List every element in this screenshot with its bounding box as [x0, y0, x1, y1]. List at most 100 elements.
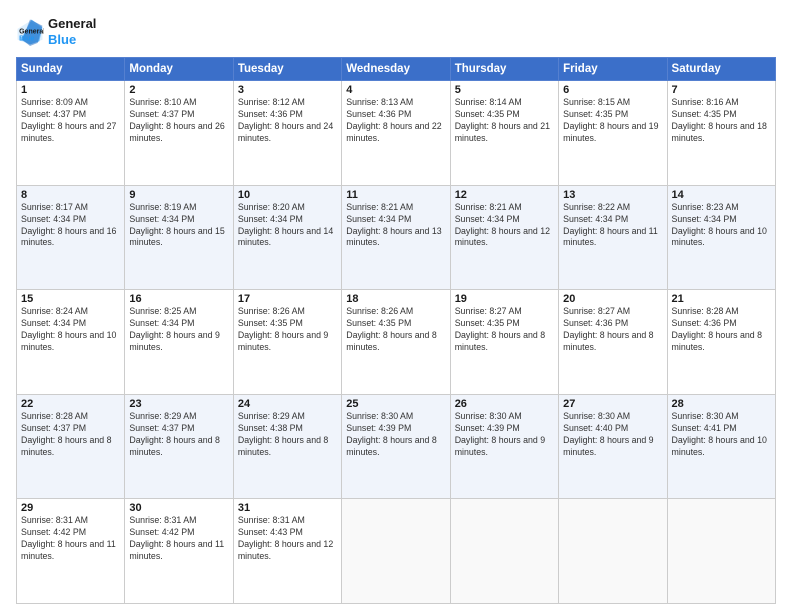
day-number: 2 — [129, 84, 228, 96]
col-header-sunday: Sunday — [17, 58, 125, 81]
col-header-saturday: Saturday — [667, 58, 775, 81]
calendar-cell: 28Sunrise: 8:30 AMSunset: 4:41 PMDayligh… — [667, 394, 775, 499]
day-number: 20 — [563, 293, 662, 305]
calendar-cell: 13Sunrise: 8:22 AMSunset: 4:34 PMDayligh… — [559, 185, 667, 290]
day-number: 6 — [563, 84, 662, 96]
calendar-cell — [450, 499, 558, 604]
cell-content: Sunrise: 8:20 AMSunset: 4:34 PMDaylight:… — [238, 202, 337, 250]
day-number: 23 — [129, 398, 228, 410]
cell-content: Sunrise: 8:26 AMSunset: 4:35 PMDaylight:… — [238, 306, 337, 354]
cell-content: Sunrise: 8:30 AMSunset: 4:41 PMDaylight:… — [672, 411, 771, 459]
day-number: 3 — [238, 84, 337, 96]
calendar-cell: 1Sunrise: 8:09 AMSunset: 4:37 PMDaylight… — [17, 81, 125, 186]
day-number: 21 — [672, 293, 771, 305]
day-number: 18 — [346, 293, 445, 305]
day-number: 1 — [21, 84, 120, 96]
cell-content: Sunrise: 8:28 AMSunset: 4:36 PMDaylight:… — [672, 306, 771, 354]
calendar-cell: 27Sunrise: 8:30 AMSunset: 4:40 PMDayligh… — [559, 394, 667, 499]
calendar-cell — [342, 499, 450, 604]
calendar-cell: 20Sunrise: 8:27 AMSunset: 4:36 PMDayligh… — [559, 290, 667, 395]
day-number: 31 — [238, 502, 337, 514]
col-header-tuesday: Tuesday — [233, 58, 341, 81]
day-number: 25 — [346, 398, 445, 410]
cell-content: Sunrise: 8:30 AMSunset: 4:39 PMDaylight:… — [346, 411, 445, 459]
cell-content: Sunrise: 8:23 AMSunset: 4:34 PMDaylight:… — [672, 202, 771, 250]
cell-content: Sunrise: 8:26 AMSunset: 4:35 PMDaylight:… — [346, 306, 445, 354]
cell-content: Sunrise: 8:15 AMSunset: 4:35 PMDaylight:… — [563, 97, 662, 145]
calendar-cell: 5Sunrise: 8:14 AMSunset: 4:35 PMDaylight… — [450, 81, 558, 186]
day-number: 4 — [346, 84, 445, 96]
cell-content: Sunrise: 8:14 AMSunset: 4:35 PMDaylight:… — [455, 97, 554, 145]
day-number: 11 — [346, 189, 445, 201]
day-number: 28 — [672, 398, 771, 410]
calendar-cell: 24Sunrise: 8:29 AMSunset: 4:38 PMDayligh… — [233, 394, 341, 499]
calendar-cell: 23Sunrise: 8:29 AMSunset: 4:37 PMDayligh… — [125, 394, 233, 499]
day-number: 8 — [21, 189, 120, 201]
day-number: 26 — [455, 398, 554, 410]
calendar-cell: 26Sunrise: 8:30 AMSunset: 4:39 PMDayligh… — [450, 394, 558, 499]
day-number: 19 — [455, 293, 554, 305]
cell-content: Sunrise: 8:31 AMSunset: 4:43 PMDaylight:… — [238, 515, 337, 563]
cell-content: Sunrise: 8:31 AMSunset: 4:42 PMDaylight:… — [21, 515, 120, 563]
day-number: 16 — [129, 293, 228, 305]
calendar-cell: 9Sunrise: 8:19 AMSunset: 4:34 PMDaylight… — [125, 185, 233, 290]
logo-icon: General Blue — [16, 18, 44, 46]
day-number: 22 — [21, 398, 120, 410]
cell-content: Sunrise: 8:30 AMSunset: 4:39 PMDaylight:… — [455, 411, 554, 459]
day-number: 5 — [455, 84, 554, 96]
calendar-cell: 8Sunrise: 8:17 AMSunset: 4:34 PMDaylight… — [17, 185, 125, 290]
calendar-cell: 11Sunrise: 8:21 AMSunset: 4:34 PMDayligh… — [342, 185, 450, 290]
calendar-week-2: 8Sunrise: 8:17 AMSunset: 4:34 PMDaylight… — [17, 185, 776, 290]
day-number: 9 — [129, 189, 228, 201]
calendar-table: SundayMondayTuesdayWednesdayThursdayFrid… — [16, 57, 776, 604]
calendar-week-5: 29Sunrise: 8:31 AMSunset: 4:42 PMDayligh… — [17, 499, 776, 604]
calendar-cell: 14Sunrise: 8:23 AMSunset: 4:34 PMDayligh… — [667, 185, 775, 290]
calendar-cell: 6Sunrise: 8:15 AMSunset: 4:35 PMDaylight… — [559, 81, 667, 186]
calendar-cell: 22Sunrise: 8:28 AMSunset: 4:37 PMDayligh… — [17, 394, 125, 499]
page: General Blue General Blue SundayMondayTu… — [0, 0, 792, 612]
calendar-cell: 16Sunrise: 8:25 AMSunset: 4:34 PMDayligh… — [125, 290, 233, 395]
cell-content: Sunrise: 8:28 AMSunset: 4:37 PMDaylight:… — [21, 411, 120, 459]
cell-content: Sunrise: 8:10 AMSunset: 4:37 PMDaylight:… — [129, 97, 228, 145]
calendar-cell: 25Sunrise: 8:30 AMSunset: 4:39 PMDayligh… — [342, 394, 450, 499]
col-header-wednesday: Wednesday — [342, 58, 450, 81]
cell-content: Sunrise: 8:21 AMSunset: 4:34 PMDaylight:… — [455, 202, 554, 250]
day-number: 14 — [672, 189, 771, 201]
calendar-cell: 4Sunrise: 8:13 AMSunset: 4:36 PMDaylight… — [342, 81, 450, 186]
calendar-cell: 12Sunrise: 8:21 AMSunset: 4:34 PMDayligh… — [450, 185, 558, 290]
calendar-cell: 10Sunrise: 8:20 AMSunset: 4:34 PMDayligh… — [233, 185, 341, 290]
calendar-cell: 29Sunrise: 8:31 AMSunset: 4:42 PMDayligh… — [17, 499, 125, 604]
day-number: 12 — [455, 189, 554, 201]
cell-content: Sunrise: 8:30 AMSunset: 4:40 PMDaylight:… — [563, 411, 662, 459]
calendar-cell: 2Sunrise: 8:10 AMSunset: 4:37 PMDaylight… — [125, 81, 233, 186]
cell-content: Sunrise: 8:24 AMSunset: 4:34 PMDaylight:… — [21, 306, 120, 354]
svg-text:General: General — [19, 28, 44, 35]
cell-content: Sunrise: 8:27 AMSunset: 4:36 PMDaylight:… — [563, 306, 662, 354]
logo-text-blue: Blue — [48, 32, 96, 48]
calendar-week-3: 15Sunrise: 8:24 AMSunset: 4:34 PMDayligh… — [17, 290, 776, 395]
calendar-cell: 31Sunrise: 8:31 AMSunset: 4:43 PMDayligh… — [233, 499, 341, 604]
calendar-cell: 19Sunrise: 8:27 AMSunset: 4:35 PMDayligh… — [450, 290, 558, 395]
day-number: 24 — [238, 398, 337, 410]
day-number: 17 — [238, 293, 337, 305]
cell-content: Sunrise: 8:13 AMSunset: 4:36 PMDaylight:… — [346, 97, 445, 145]
cell-content: Sunrise: 8:19 AMSunset: 4:34 PMDaylight:… — [129, 202, 228, 250]
day-number: 27 — [563, 398, 662, 410]
calendar-cell: 30Sunrise: 8:31 AMSunset: 4:42 PMDayligh… — [125, 499, 233, 604]
calendar-cell: 21Sunrise: 8:28 AMSunset: 4:36 PMDayligh… — [667, 290, 775, 395]
calendar-week-4: 22Sunrise: 8:28 AMSunset: 4:37 PMDayligh… — [17, 394, 776, 499]
col-header-monday: Monday — [125, 58, 233, 81]
day-number: 7 — [672, 84, 771, 96]
calendar-cell: 17Sunrise: 8:26 AMSunset: 4:35 PMDayligh… — [233, 290, 341, 395]
calendar-cell: 7Sunrise: 8:16 AMSunset: 4:35 PMDaylight… — [667, 81, 775, 186]
header: General Blue General Blue — [16, 16, 776, 47]
cell-content: Sunrise: 8:31 AMSunset: 4:42 PMDaylight:… — [129, 515, 228, 563]
day-number: 13 — [563, 189, 662, 201]
calendar-cell — [667, 499, 775, 604]
day-number: 30 — [129, 502, 228, 514]
calendar-cell: 18Sunrise: 8:26 AMSunset: 4:35 PMDayligh… — [342, 290, 450, 395]
calendar-header-row: SundayMondayTuesdayWednesdayThursdayFrid… — [17, 58, 776, 81]
cell-content: Sunrise: 8:25 AMSunset: 4:34 PMDaylight:… — [129, 306, 228, 354]
cell-content: Sunrise: 8:12 AMSunset: 4:36 PMDaylight:… — [238, 97, 337, 145]
cell-content: Sunrise: 8:21 AMSunset: 4:34 PMDaylight:… — [346, 202, 445, 250]
